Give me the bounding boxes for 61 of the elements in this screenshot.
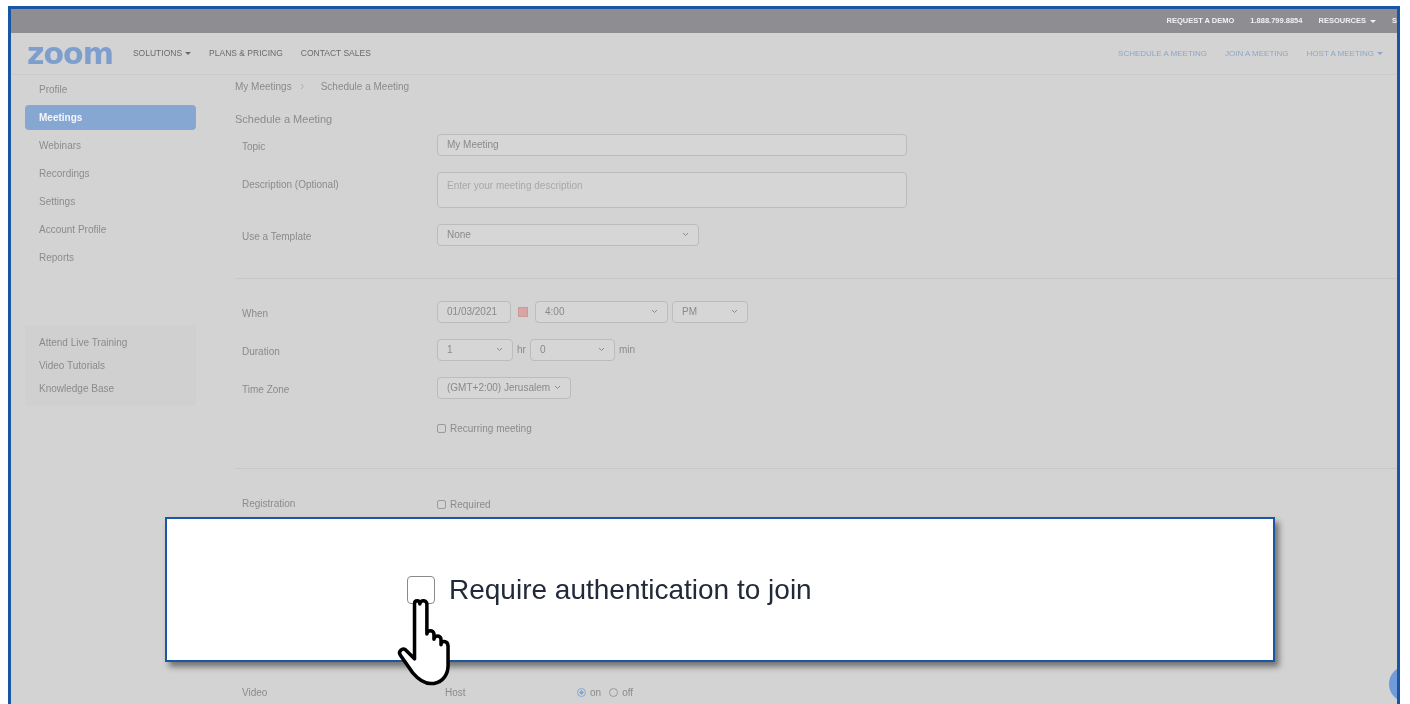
field-label: Duration xyxy=(242,345,280,357)
field-label: Time Zone xyxy=(242,383,290,395)
sidebar-item[interactable]: Settings xyxy=(25,189,196,214)
unit-label: min xyxy=(618,343,636,357)
page-title: Schedule a Meeting xyxy=(235,112,334,127)
radio-button[interactable] xyxy=(577,687,586,697)
calendar-icon[interactable] xyxy=(518,306,528,317)
field-label: Use a Template xyxy=(242,230,312,242)
nav-link[interactable]: HOST A MEETING xyxy=(1306,47,1383,60)
dropdown-value: 1 xyxy=(447,343,453,357)
sidebar-item[interactable]: Account Profile xyxy=(25,217,196,242)
help-link[interactable]: Attend Live Training xyxy=(25,331,196,354)
dropdown[interactable]: None xyxy=(437,223,699,246)
checkbox[interactable] xyxy=(437,423,446,433)
breadcrumb-current: Schedule a Meeting xyxy=(320,80,410,94)
sidebar-item[interactable]: Profile xyxy=(25,77,196,102)
help-link[interactable]: Video Tutorials xyxy=(25,354,196,377)
field-label: Video xyxy=(242,685,269,700)
radio-label: on xyxy=(590,685,602,700)
chevron-down-icon xyxy=(597,347,605,352)
chevron-down-icon xyxy=(496,347,503,352)
dropdown[interactable]: 1 xyxy=(437,338,513,361)
logo[interactable]: zoom xyxy=(27,38,113,69)
breadcrumb-link[interactable]: My Meetings xyxy=(235,79,292,94)
dropdown-value: 0 xyxy=(539,343,546,357)
chevron-down-icon xyxy=(651,309,658,314)
text-field[interactable]: My Meeting xyxy=(437,133,907,156)
checkbox[interactable] xyxy=(437,499,446,509)
help-link[interactable]: Knowledge Base xyxy=(25,377,196,400)
dropdown-value: (GMT+2:00) Jerusalem xyxy=(447,381,551,395)
sidebar-item[interactable]: Recordings xyxy=(25,161,196,186)
date-field[interactable]: 01/03/2021 xyxy=(437,300,511,323)
chevron-right-icon xyxy=(299,83,305,90)
nav-link[interactable]: PLANS & PRICING xyxy=(209,47,283,60)
unit-label: hr xyxy=(517,343,526,357)
radio-label: off xyxy=(622,685,634,700)
dropdown[interactable]: PM xyxy=(672,300,748,323)
field-label: Registration xyxy=(242,497,296,509)
checkbox-label: Recurring meeting xyxy=(450,421,532,436)
chevron-down-icon xyxy=(731,309,738,314)
dropdown-value: 4:00 xyxy=(545,305,565,319)
nav-link[interactable]: JOIN A MEETING xyxy=(1225,47,1289,60)
sidebar-item[interactable]: Meetings xyxy=(25,105,196,130)
field-label: Description (Optional) xyxy=(242,178,339,190)
dropdown[interactable]: 4:00 xyxy=(535,300,668,323)
chevron-down-icon xyxy=(682,232,689,237)
nav-link[interactable]: SOLUTIONS xyxy=(132,47,192,60)
field-label: Topic xyxy=(242,140,266,152)
dropdown[interactable]: 0 xyxy=(529,338,615,361)
sidebar-item[interactable]: Reports xyxy=(25,245,196,270)
nav-link[interactable]: SCHEDULE A MEETING xyxy=(1118,47,1207,60)
field-label: When xyxy=(242,307,269,319)
sidebar-item[interactable]: Webinars xyxy=(25,133,196,158)
dropdown[interactable]: (GMT+2:00) Jerusalem xyxy=(437,376,571,399)
checkbox-label: Require authentication to join xyxy=(449,572,812,607)
dropdown-value: PM xyxy=(682,305,697,319)
host-label: Host xyxy=(444,685,467,700)
checkbox-label: Required xyxy=(450,497,491,512)
dropdown-value: None xyxy=(447,228,471,242)
nav-link[interactable]: CONTACT SALES xyxy=(300,47,371,60)
chevron-down-icon xyxy=(554,385,561,390)
